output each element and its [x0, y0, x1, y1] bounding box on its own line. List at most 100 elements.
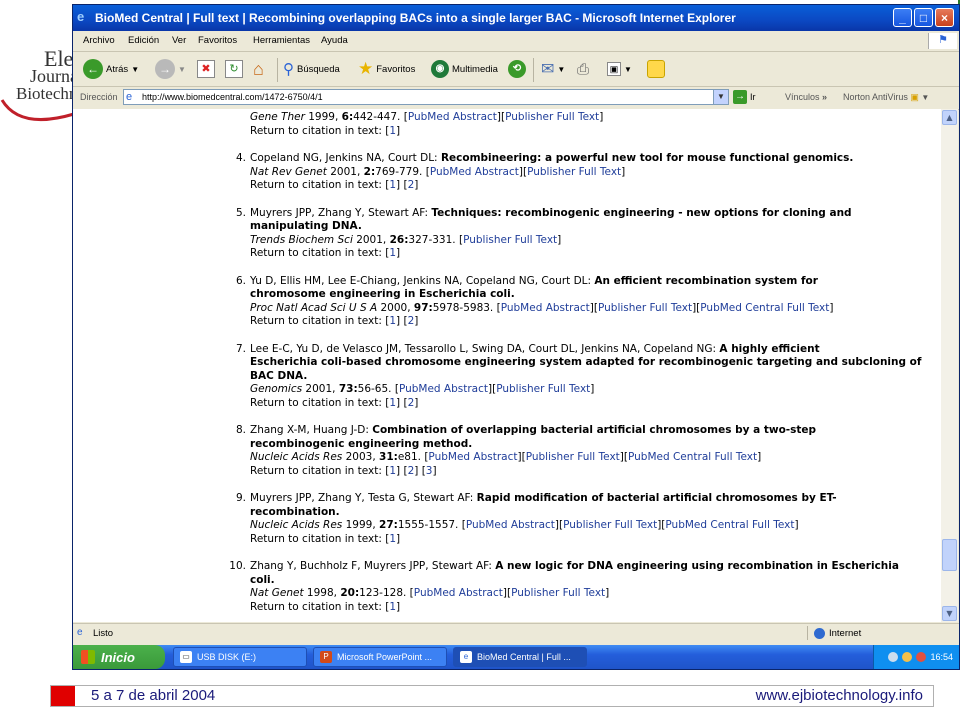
reference-link[interactable]: Publisher Full Text — [563, 519, 657, 531]
reference-line: Gene Ther 1999, 6:442-447. [PubMed Abstr… — [250, 111, 940, 125]
home-button[interactable]: ⌂ — [253, 58, 264, 80]
reference-link[interactable]: Publisher Full Text — [463, 234, 557, 246]
reference-text: 442-447. [ — [353, 111, 408, 123]
reference-link[interactable]: PubMed Abstract — [414, 587, 503, 599]
vertical-scrollbar[interactable]: ▲ ▼ — [941, 109, 958, 622]
favorites-button[interactable]: ★ Favoritos — [358, 58, 415, 80]
reference-text: ] — [621, 165, 626, 178]
taskbar-item-browser[interactable]: e BioMed Central | Full ... — [453, 647, 587, 667]
tray-volume-icon[interactable] — [902, 652, 913, 662]
norton-label: Norton AntiVirus — [843, 92, 908, 102]
reference-link[interactable]: PubMed Abstract — [501, 302, 590, 314]
address-dropdown-icon[interactable]: ▼ — [713, 90, 728, 104]
search-icon: ⚲ — [283, 61, 294, 78]
norton-toolbar[interactable]: Norton AntiVirus ▣ ▼ — [843, 92, 929, 103]
menu-favoritos[interactable]: Favoritos — [198, 35, 237, 46]
forward-button[interactable]: → ▼ — [155, 58, 186, 80]
forward-dropdown-icon[interactable]: ▼ — [178, 65, 186, 74]
mail-icon: ✉ — [541, 61, 555, 78]
reference-link[interactable]: PubMed Abstract — [399, 383, 488, 395]
mail-dropdown-icon[interactable]: ▼ — [557, 65, 565, 74]
reference-link[interactable]: Publisher Full Text — [526, 451, 620, 463]
reference-line: Copeland NG, Jenkins NA, Court DL: Recom… — [250, 152, 940, 166]
reference-link[interactable]: PubMed Abstract — [430, 166, 519, 178]
reference-line: Nucleic Acids Res 1999, 27:1555-1557. [P… — [250, 519, 940, 533]
reference-link[interactable]: Publisher Full Text — [511, 587, 605, 599]
reference-link[interactable]: PubMed Central Full Text — [665, 519, 794, 531]
star-icon: ★ — [358, 59, 374, 78]
reference-title: Techniques: recombinogenic engineering -… — [431, 206, 852, 219]
reference-number: 5. — [235, 206, 246, 219]
reference-title: Combination of overlapping bacterial art… — [372, 424, 817, 436]
reference-text: Muyrers JPP, Zhang Y, Stewart AF: — [250, 206, 432, 219]
refresh-button[interactable]: ↻ — [225, 58, 243, 80]
reference-link[interactable]: Publisher Full Text — [598, 302, 692, 314]
reference-line: Return to citation in text: [1] — [250, 247, 940, 261]
stop-button[interactable]: ✖ — [197, 58, 215, 80]
reference-line: Nucleic Acids Res 2003, 31:e81. [PubMed … — [250, 451, 940, 465]
history-button[interactable]: ⟲ — [508, 58, 526, 80]
reference-line: Escherichia coli-based chromosome engine… — [250, 356, 940, 370]
messenger-button[interactable] — [647, 58, 665, 80]
minimize-button[interactable]: _ — [893, 8, 912, 27]
reference-link[interactable]: PubMed Abstract — [428, 451, 517, 463]
page-content: Gene Ther 1999, 6:442-447. [PubMed Abstr… — [73, 109, 941, 622]
title-bar[interactable]: e BioMed Central | Full text | Recombini… — [73, 5, 959, 31]
volume-number: 26: — [389, 233, 409, 246]
reference-link[interactable]: PubMed Central Full Text — [700, 302, 829, 314]
powerpoint-icon: P — [320, 651, 332, 663]
menu-herramientas[interactable]: Herramientas — [253, 35, 310, 46]
reference-text: ] — [396, 124, 401, 137]
volume-number: 31: — [379, 451, 398, 463]
edit-dropdown-icon[interactable]: ▼ — [624, 65, 632, 74]
background-journal-logo: Elec Journal Biotechnol — [0, 40, 91, 130]
scroll-up-button[interactable]: ▲ — [942, 110, 957, 125]
tray-antivirus-icon[interactable] — [916, 652, 927, 662]
reference-text: ] — [605, 587, 610, 599]
reference-text: Return to citation in text: [ — [250, 464, 390, 477]
reference-text: ] [ — [396, 464, 408, 477]
reference-link[interactable]: Publisher Full Text — [527, 166, 621, 178]
reference-text: ][ — [488, 383, 497, 395]
reference-link[interactable]: Publisher Full Text — [496, 383, 590, 395]
back-arrow-icon: ← — [83, 59, 103, 79]
slide-footer: 5 a 7 de abril 2004 www.ejbiotechnology.… — [50, 685, 934, 707]
menu-ver[interactable]: Ver — [172, 35, 186, 46]
back-button[interactable]: ← Atrás ▼ — [83, 58, 139, 80]
close-button[interactable]: × — [935, 8, 954, 27]
taskbar-item-usb[interactable]: ▭ USB DISK (E:) — [173, 647, 307, 667]
windows-logo-icon: ⚑ — [928, 33, 957, 49]
menu-archivo[interactable]: Archivo — [83, 35, 115, 46]
menu-edicion[interactable]: Edición — [128, 35, 159, 46]
mail-button[interactable]: ✉ ▼ — [541, 58, 565, 80]
reference-line: Return to citation in text: [1] [2] — [250, 397, 940, 411]
menu-ayuda[interactable]: Ayuda — [321, 35, 348, 46]
address-input[interactable]: e http://www.biomedcentral.com/1472-6750… — [123, 89, 729, 105]
reference-link[interactable]: PubMed Central Full Text — [628, 451, 757, 463]
reference-line: Nat Genet 1998, 20:123-128. [PubMed Abst… — [250, 587, 940, 601]
reference-text: ][ — [619, 451, 628, 463]
reference-text: 1999, — [342, 519, 380, 531]
go-button[interactable]: → Ir — [733, 90, 756, 104]
reference-link[interactable]: PubMed Abstract — [466, 519, 555, 531]
maximize-button[interactable]: □ — [914, 8, 933, 27]
reference-line: Zhang Y, Buchholz F, Muyrers JPP, Stewar… — [250, 560, 940, 574]
reference-text: ] — [396, 532, 401, 545]
start-button[interactable]: Inicio — [73, 645, 165, 669]
reference-text: Zhang Y, Buchholz F, Muyrers JPP, Stewar… — [250, 560, 496, 572]
reference-text: 1555-1557. [ — [397, 519, 466, 531]
search-button[interactable]: ⚲ Búsqueda — [283, 58, 340, 80]
tray-network-icon[interactable] — [888, 652, 899, 662]
scroll-thumb[interactable] — [942, 539, 957, 571]
back-dropdown-icon[interactable]: ▼ — [131, 65, 139, 74]
edit-button[interactable]: ▣ ▼ — [607, 58, 632, 80]
reference-link[interactable]: Publisher Full Text — [505, 111, 599, 123]
print-button[interactable]: ⎙ — [577, 58, 589, 80]
reference-link[interactable]: PubMed Abstract — [408, 111, 497, 123]
taskbar-item-powerpoint[interactable]: P Microsoft PowerPoint ... — [313, 647, 447, 667]
links-button[interactable]: Vínculos » — [785, 92, 827, 102]
reference-line: BAC DNA. — [250, 370, 940, 384]
scroll-down-button[interactable]: ▼ — [942, 606, 957, 621]
reference-text: Return to citation in text: [ — [250, 532, 390, 545]
multimedia-button[interactable]: ◉ Multimedia — [431, 58, 498, 80]
